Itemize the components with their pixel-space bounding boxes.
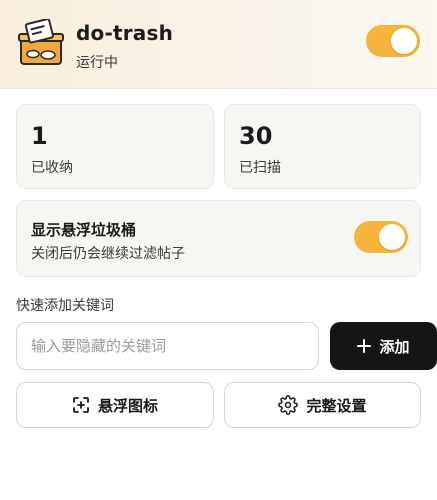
- floating-bin-card: 显示悬浮垃圾桶 关闭后仍会继续过滤帖子: [16, 200, 421, 277]
- stat-card-collected: 1 已收纳: [16, 104, 214, 189]
- enable-toggle[interactable]: [366, 25, 420, 57]
- plus-icon: [357, 339, 372, 353]
- trash-box-icon: [18, 19, 64, 65]
- floating-bin-toggle[interactable]: [354, 221, 408, 253]
- stat-label: 已收纳: [31, 160, 73, 176]
- stat-card-scanned: 30 已扫描: [224, 104, 421, 189]
- app-header: do-trash 运行中: [0, 0, 437, 89]
- keyword-input[interactable]: [16, 322, 319, 370]
- keyword-section-label: 快速添加关键词: [16, 298, 114, 314]
- app-name: do-trash: [76, 21, 174, 45]
- gear-icon: [278, 395, 299, 415]
- toggle-knob: [391, 28, 417, 54]
- float-icon-button[interactable]: 悬浮图标: [16, 382, 214, 428]
- stat-value: 1: [31, 122, 48, 150]
- float-icon-button-label: 悬浮图标: [97, 396, 158, 415]
- floating-bin-title: 显示悬浮垃圾桶: [31, 221, 137, 239]
- toggle-knob: [379, 224, 405, 250]
- full-settings-button[interactable]: 完整设置: [224, 382, 421, 428]
- add-keyword-button[interactable]: 添加: [330, 322, 437, 370]
- floating-bin-description: 关闭后仍会继续过滤帖子: [31, 246, 185, 262]
- stat-label: 已扫描: [239, 160, 281, 176]
- add-button-label: 添加: [379, 337, 410, 356]
- focus-plus-icon: [73, 397, 89, 413]
- full-settings-button-label: 完整设置: [306, 396, 367, 415]
- status-text: 运行中: [76, 55, 118, 71]
- stat-value: 30: [239, 122, 273, 150]
